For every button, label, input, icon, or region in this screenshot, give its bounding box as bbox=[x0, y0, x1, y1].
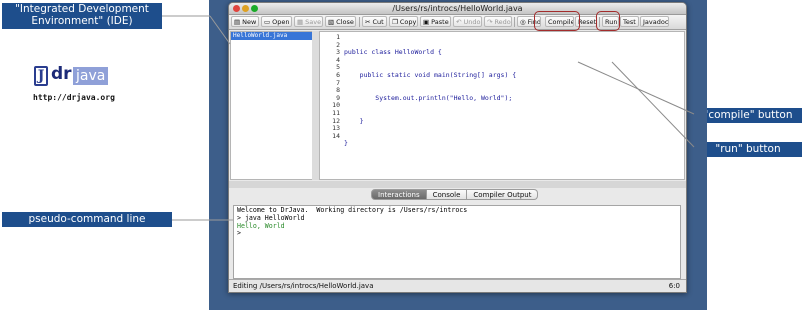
callout-run-button: "run" button bbox=[694, 142, 802, 157]
close-button[interactable]: ▧ Close bbox=[325, 16, 356, 27]
compile-highlight bbox=[534, 11, 580, 31]
binoculars-icon: ◎ bbox=[520, 18, 526, 26]
logo-java: java bbox=[73, 67, 109, 85]
code-text[interactable]: public class HelloWorld { public static … bbox=[344, 34, 516, 163]
cursor-position: 6:0 bbox=[668, 282, 680, 290]
drjava-window: /Users/rs/introcs/HelloWorld.java ▤ New ▭… bbox=[228, 2, 687, 293]
code-editor[interactable]: 1 2 3 4 5 6 7 8 9 10 11 12 13 14 public … bbox=[319, 31, 685, 180]
vertical-splitter[interactable] bbox=[312, 31, 319, 180]
callout-pseudo-command-line: pseudo-command line bbox=[2, 212, 172, 227]
code-line: public class HelloWorld { bbox=[344, 48, 442, 57]
clipboard-icon: ▣ bbox=[423, 18, 430, 26]
drjava-logo: J dr java bbox=[34, 64, 128, 88]
horizontal-splitter[interactable] bbox=[229, 181, 686, 188]
javadoc-button[interactable]: Javadoc bbox=[640, 16, 669, 27]
redo-icon: ↷ bbox=[487, 18, 493, 26]
command-line: > java HelloWorld bbox=[237, 213, 305, 222]
paste-label: Paste bbox=[431, 18, 449, 26]
interactions-pane[interactable]: Welcome to DrJava. Working directory is … bbox=[233, 205, 681, 279]
tab-console[interactable]: Console bbox=[426, 189, 468, 200]
file-list-pane[interactable]: HelloWorld.java bbox=[230, 31, 313, 180]
new-file-icon: ▤ bbox=[234, 18, 241, 26]
copy-icon: ❐ bbox=[392, 18, 398, 26]
scissors-icon: ✂ bbox=[365, 18, 371, 26]
close-label: Close bbox=[336, 18, 354, 26]
test-button[interactable]: Test bbox=[620, 16, 639, 27]
prompt: > bbox=[237, 229, 241, 238]
close-file-icon: ▧ bbox=[328, 18, 335, 26]
callout-compile-button: "compile" button bbox=[694, 108, 802, 123]
logo-dr: dr bbox=[51, 64, 72, 84]
new-button[interactable]: ▤ New bbox=[231, 16, 259, 27]
test-label: Test bbox=[623, 18, 636, 26]
redo-button[interactable]: ↷ Redo bbox=[484, 16, 512, 27]
new-label: New bbox=[242, 18, 257, 26]
reset-label: Reset bbox=[578, 18, 597, 26]
undo-button[interactable]: ↶ Undo bbox=[453, 16, 482, 27]
paste-button[interactable]: ▣ Paste bbox=[420, 16, 451, 27]
drjava-url: http://drjava.org bbox=[33, 93, 115, 102]
tab-compiler-output[interactable]: Compiler Output bbox=[467, 189, 539, 200]
logo-j: J bbox=[34, 66, 48, 86]
bottom-tabs: Interactions Console Compiler Output bbox=[371, 189, 539, 200]
code-line: public static void main(String[] args) { bbox=[344, 70, 517, 79]
toolbar-separator bbox=[514, 17, 515, 27]
javadoc-label: Javadoc bbox=[643, 18, 669, 26]
save-icon: ▦ bbox=[297, 18, 304, 26]
tab-interactions[interactable]: Interactions bbox=[371, 189, 427, 200]
open-button[interactable]: ▭ Open bbox=[261, 16, 292, 27]
cut-button[interactable]: ✂ Cut bbox=[362, 16, 387, 27]
redo-label: Redo bbox=[494, 18, 511, 26]
code-line: } bbox=[344, 139, 348, 148]
code-line: } bbox=[344, 116, 364, 125]
save-label: Save bbox=[305, 18, 322, 26]
cut-label: Cut bbox=[372, 18, 384, 26]
run-highlight bbox=[596, 11, 620, 31]
status-bar: Editing /Users/rs/introcs/HelloWorld.jav… bbox=[229, 279, 686, 292]
file-item-helloworld[interactable]: HelloWorld.java bbox=[231, 32, 312, 40]
toolbar-separator bbox=[359, 17, 360, 27]
code-line: System.out.println("Hello, World"); bbox=[344, 93, 513, 102]
callout-ide: "Integrated Development Environment" (ID… bbox=[2, 3, 162, 29]
undo-icon: ↶ bbox=[456, 18, 462, 26]
copy-button[interactable]: ❐ Copy bbox=[389, 16, 418, 27]
save-button[interactable]: ▦ Save bbox=[294, 16, 323, 27]
status-text: Editing /Users/rs/introcs/HelloWorld.jav… bbox=[233, 282, 374, 290]
line-number-gutter: 1 2 3 4 5 6 7 8 9 10 11 12 13 14 bbox=[320, 32, 340, 181]
folder-icon: ▭ bbox=[264, 18, 271, 26]
program-output: Hello, World bbox=[237, 221, 285, 230]
copy-label: Copy bbox=[399, 18, 417, 26]
open-label: Open bbox=[272, 18, 290, 26]
line-number: 14 bbox=[332, 131, 340, 140]
undo-label: Undo bbox=[463, 18, 481, 26]
